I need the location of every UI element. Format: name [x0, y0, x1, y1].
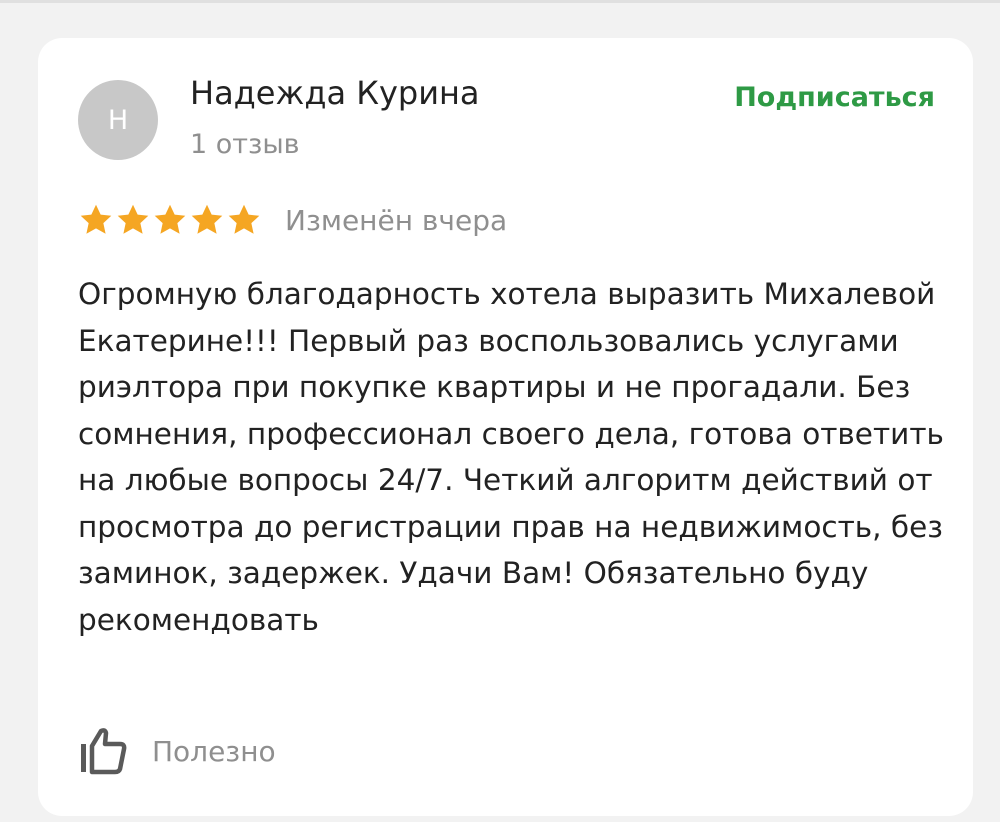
review-card: Н Надежда Курина 1 отзыв Подписаться Изм…	[38, 38, 973, 816]
review-text: Огромную благодарность хотела выразить М…	[78, 277, 944, 637]
star-icon	[191, 204, 223, 234]
helpful-button[interactable]: Полезно	[78, 726, 276, 776]
top-divider	[0, 0, 1000, 3]
rating-row: Изменён вчера	[78, 200, 507, 240]
subscribe-button[interactable]: Подписаться	[734, 82, 935, 113]
star-icon	[80, 204, 112, 234]
star-icon	[117, 204, 149, 234]
rating-stars	[78, 202, 263, 238]
thumbs-up-icon	[81, 728, 127, 775]
star-icon	[228, 204, 260, 234]
helpful-label: Полезно	[152, 734, 276, 768]
review-count: 1 отзыв	[190, 129, 300, 160]
star-icon	[154, 204, 186, 234]
avatar-initial: Н	[107, 104, 129, 136]
modified-date: Изменён вчера	[285, 203, 508, 237]
avatar[interactable]: Н	[78, 80, 158, 160]
author-name[interactable]: Надежда Курина	[190, 74, 480, 112]
